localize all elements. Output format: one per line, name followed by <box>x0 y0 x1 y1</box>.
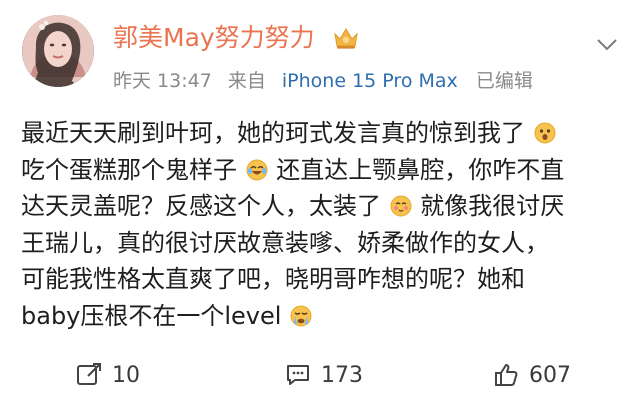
laughing-tears-emoji-icon <box>246 159 268 181</box>
avatar[interactable] <box>22 15 94 87</box>
post-line-5: 可能我性格太直爽了吧，晓明哥咋想的呢？她和 <box>21 261 621 298</box>
device-source[interactable]: iPhone 15 Pro Max <box>282 70 458 92</box>
source-label: 来自 <box>227 70 266 92</box>
post-line-4: 王瑞儿，真的很讨厌故意装嗲、娇柔做作的女人， <box>21 225 621 262</box>
shocked-face-emoji-icon <box>534 122 556 144</box>
post-line-1: 最近天天刷到叶珂，她的珂式发言真的惊到我了 <box>21 115 621 152</box>
avatar-portrait <box>22 15 94 87</box>
post-text-segment: 还直达上颚鼻腔，你咋不直 <box>276 155 565 184</box>
weibo-post-card: 郭美May努力努力 昨天 13:47 来自 iPhone 15 Pro Max … <box>0 0 640 408</box>
post-text-segment: 吃个蛋糕那个鬼样子 <box>21 155 237 184</box>
post-text-segment: 可能我性格太直爽了吧，晓明哥咋想的呢？她和 <box>21 265 525 293</box>
blushing-face-emoji-icon <box>390 195 412 217</box>
repost-count: 10 <box>112 362 140 388</box>
post-line-3: 达天灵盖呢？反感这个人，太装了 就像我很讨厌 <box>21 188 621 225</box>
crown-vip-icon[interactable] <box>333 26 359 50</box>
post-line-2: 吃个蛋糕那个鬼样子 还直达上颚鼻腔，你咋不直 <box>21 152 621 189</box>
repost-icon <box>77 363 101 385</box>
post-line-6: baby压根不在一个level <box>21 298 621 335</box>
edited-label: 已编辑 <box>475 70 533 92</box>
comment-icon <box>287 365 309 385</box>
post-text-segment: 达天灵盖呢？反感这个人，太装了 <box>21 192 381 220</box>
post-text-segment: 就像我很讨厌 <box>420 192 565 220</box>
comment-count: 173 <box>321 362 363 388</box>
post-content: 最近天天刷到叶珂，她的珂式发言真的惊到我了 吃个蛋糕那个鬼样子 还直达上颚鼻腔，… <box>21 115 621 334</box>
chevron-down-icon[interactable] <box>596 38 618 52</box>
username[interactable]: 郭美May努力努力 <box>113 23 315 53</box>
post-meta: 昨天 13:47 来自 iPhone 15 Pro Max 已编辑 <box>113 69 533 93</box>
crying-face-emoji-icon <box>290 305 312 327</box>
like-count: 607 <box>529 362 571 388</box>
post-text-segment: baby压根不在一个level <box>21 301 282 330</box>
comment-button[interactable]: 173 <box>285 360 363 390</box>
post-text-segment: 王瑞儿，真的很讨厌故意装嗲、娇柔做作的女人， <box>21 228 549 257</box>
post-actions-bar: 10 173 607 <box>0 350 640 400</box>
post-time: 昨天 13:47 <box>113 70 212 92</box>
post-text-segment: 最近天天刷到叶珂，她的珂式发言真的惊到我了 <box>21 119 525 147</box>
thumbs-up-icon <box>495 364 518 386</box>
like-button[interactable]: 607 <box>493 360 571 390</box>
repost-button[interactable]: 10 <box>76 360 140 390</box>
